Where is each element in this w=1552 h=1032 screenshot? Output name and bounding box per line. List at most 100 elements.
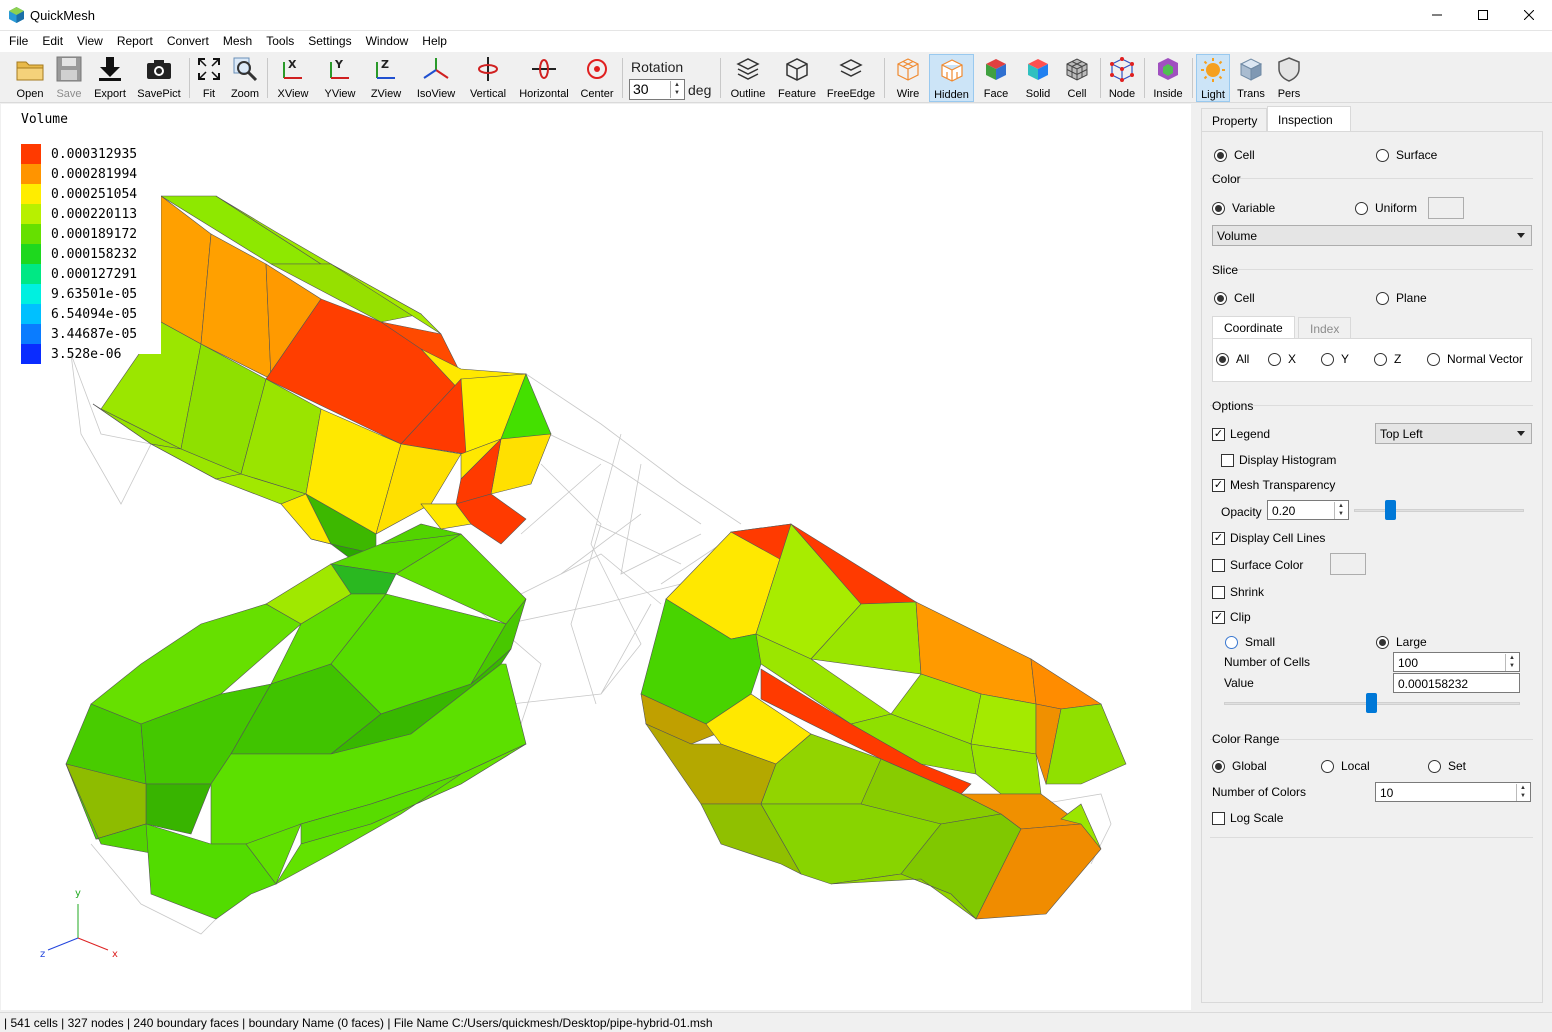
rotation-input[interactable]: 30 ▲ ▼ xyxy=(629,79,685,100)
slice-cell-radio[interactable]: Cell xyxy=(1214,291,1255,305)
tab-property[interactable]: Property xyxy=(1201,108,1267,132)
pers-button[interactable]: Pers xyxy=(1274,54,1304,102)
solid-button[interactable]: Solid xyxy=(1022,54,1054,102)
menu-mesh[interactable]: Mesh xyxy=(216,31,259,52)
vertical-rotate-icon xyxy=(478,57,498,81)
legend-value: 0.000251054 xyxy=(51,186,138,202)
inside-button[interactable]: Inside xyxy=(1150,54,1186,102)
save-button[interactable]: Save xyxy=(52,54,86,102)
coordinate-tab-body: All X Y Z Normal Vector xyxy=(1212,338,1532,382)
3d-viewport[interactable]: Volume 0.000312935 0.000281994 0.0002510… xyxy=(1,104,1191,1010)
legend-value: 6.54094e-05 xyxy=(51,306,138,322)
fit-button[interactable]: Fit xyxy=(194,54,224,102)
display-histogram-checkbox[interactable]: Display Histogram xyxy=(1221,453,1336,467)
menu-help[interactable]: Help xyxy=(415,31,454,52)
opacity-slider-track[interactable] xyxy=(1354,509,1524,512)
light-button[interactable]: Light xyxy=(1196,54,1230,102)
num-cells-input[interactable]: 100 ▲ ▼ xyxy=(1393,652,1520,672)
yview-label: YView xyxy=(324,88,356,100)
shrink-checkbox[interactable]: Shrink xyxy=(1212,585,1264,599)
opacity-input[interactable]: 0.20 ▲ ▼ xyxy=(1267,500,1349,520)
menu-edit[interactable]: Edit xyxy=(35,31,70,52)
menu-tools[interactable]: Tools xyxy=(259,31,301,52)
slice-z-radio[interactable]: Z xyxy=(1374,352,1401,366)
tab-index[interactable]: Index xyxy=(1298,317,1352,339)
feature-button[interactable]: Feature xyxy=(776,54,818,102)
surface-color-checkbox[interactable]: Surface Color xyxy=(1212,558,1303,572)
yview-button[interactable]: Y YView xyxy=(321,54,359,102)
panel-bottom-divider xyxy=(1210,837,1533,838)
tab-coordinate[interactable]: Coordinate xyxy=(1212,316,1295,339)
fit-label: Fit xyxy=(202,88,216,100)
horizontal-button[interactable]: Horizontal xyxy=(517,54,571,102)
wire-button[interactable]: Wire xyxy=(892,54,924,102)
opacity-label: Opacity xyxy=(1221,505,1262,519)
num-colors-spinner[interactable]: ▲ ▼ xyxy=(1516,784,1529,801)
export-button[interactable]: Export xyxy=(92,54,128,102)
vertical-label: Vertical xyxy=(469,88,507,100)
display-cell-lines-checkbox[interactable]: ✓ Display Cell Lines xyxy=(1212,531,1325,545)
tab-inspection[interactable]: Inspection xyxy=(1267,106,1351,131)
opacity-spinner[interactable]: ▲ ▼ xyxy=(1334,502,1347,519)
uniform-color-button[interactable] xyxy=(1428,197,1464,219)
num-colors-input[interactable]: 10 ▲ ▼ xyxy=(1375,782,1531,802)
opacity-slider-handle[interactable] xyxy=(1385,500,1396,520)
value-slider-handle[interactable] xyxy=(1366,693,1377,713)
rotation-spinner[interactable]: ▲ ▼ xyxy=(670,81,683,98)
freeedge-button[interactable]: FreeEdge xyxy=(826,54,876,102)
menu-window[interactable]: Window xyxy=(359,31,416,52)
slice-x-radio[interactable]: X xyxy=(1268,352,1296,366)
log-scale-checkbox[interactable]: Log Scale xyxy=(1212,811,1283,825)
fit-icon xyxy=(198,58,220,80)
clip-large-radio[interactable]: Large xyxy=(1376,635,1427,649)
num-cells-spinner[interactable]: ▲ ▼ xyxy=(1505,654,1518,671)
legend-position-select[interactable]: Top Left xyxy=(1375,423,1532,444)
variable-select[interactable]: Volume xyxy=(1212,225,1532,246)
zview-button[interactable]: Z ZView xyxy=(368,54,404,102)
menu-file[interactable]: File xyxy=(2,31,35,52)
center-button[interactable]: Center xyxy=(578,54,616,102)
freeedge-label: FreeEdge xyxy=(826,88,876,100)
savepict-button[interactable]: SavePict xyxy=(136,54,182,102)
slice-plane-radio[interactable]: Plane xyxy=(1376,291,1427,305)
isoview-button[interactable]: IsoView xyxy=(414,54,458,102)
legend-checkbox[interactable]: ✓ Legend xyxy=(1212,427,1270,441)
slice-y-radio[interactable]: Y xyxy=(1321,352,1349,366)
maximize-button[interactable] xyxy=(1460,0,1506,30)
xview-button[interactable]: X XView xyxy=(275,54,311,102)
node-label: Node xyxy=(1108,88,1136,100)
mode-cell-radio[interactable]: Cell xyxy=(1214,148,1255,162)
menu-settings[interactable]: Settings xyxy=(301,31,358,52)
menu-convert[interactable]: Convert xyxy=(160,31,216,52)
color-uniform-radio[interactable]: Uniform xyxy=(1355,201,1417,215)
color-variable-radio[interactable]: Variable xyxy=(1212,201,1275,215)
cell-button[interactable]: Cell xyxy=(1062,54,1092,102)
slice-normal-radio[interactable]: Normal Vector xyxy=(1427,352,1523,366)
hidden-button[interactable]: Hidden xyxy=(929,54,974,102)
menu-view[interactable]: View xyxy=(70,31,110,52)
mode-surface-radio[interactable]: Surface xyxy=(1376,148,1437,162)
mesh-transparency-checkbox[interactable]: ✓ Mesh Transparency xyxy=(1212,478,1335,492)
range-set-radio[interactable]: Set xyxy=(1428,759,1466,773)
outline-button[interactable]: Outline xyxy=(728,54,768,102)
close-button[interactable] xyxy=(1506,0,1552,30)
menu-report[interactable]: Report xyxy=(110,31,160,52)
left-pipe-cells xyxy=(65,523,527,920)
mesh-render[interactable] xyxy=(1,104,1191,1010)
value-input[interactable]: 0.000158232 xyxy=(1393,673,1520,693)
face-button[interactable]: Face xyxy=(980,54,1012,102)
slice-all-radio[interactable]: All xyxy=(1216,352,1249,366)
zoom-button[interactable]: Zoom xyxy=(229,54,261,102)
trans-button[interactable]: Trans xyxy=(1235,54,1267,102)
clip-small-radio[interactable]: Small xyxy=(1225,635,1275,649)
surface-color-button[interactable] xyxy=(1330,553,1366,575)
node-button[interactable]: Node xyxy=(1107,54,1137,102)
radio-indicator xyxy=(1212,759,1225,773)
status-bar: | 541 cells | 327 nodes | 240 boundary f… xyxy=(0,1012,1552,1032)
open-button[interactable]: Open xyxy=(13,54,47,102)
range-local-radio[interactable]: Local xyxy=(1321,759,1370,773)
vertical-button[interactable]: Vertical xyxy=(467,54,509,102)
minimize-button[interactable] xyxy=(1414,0,1460,30)
clip-checkbox[interactable]: ✓ Clip xyxy=(1212,610,1251,624)
range-global-radio[interactable]: Global xyxy=(1212,759,1267,773)
